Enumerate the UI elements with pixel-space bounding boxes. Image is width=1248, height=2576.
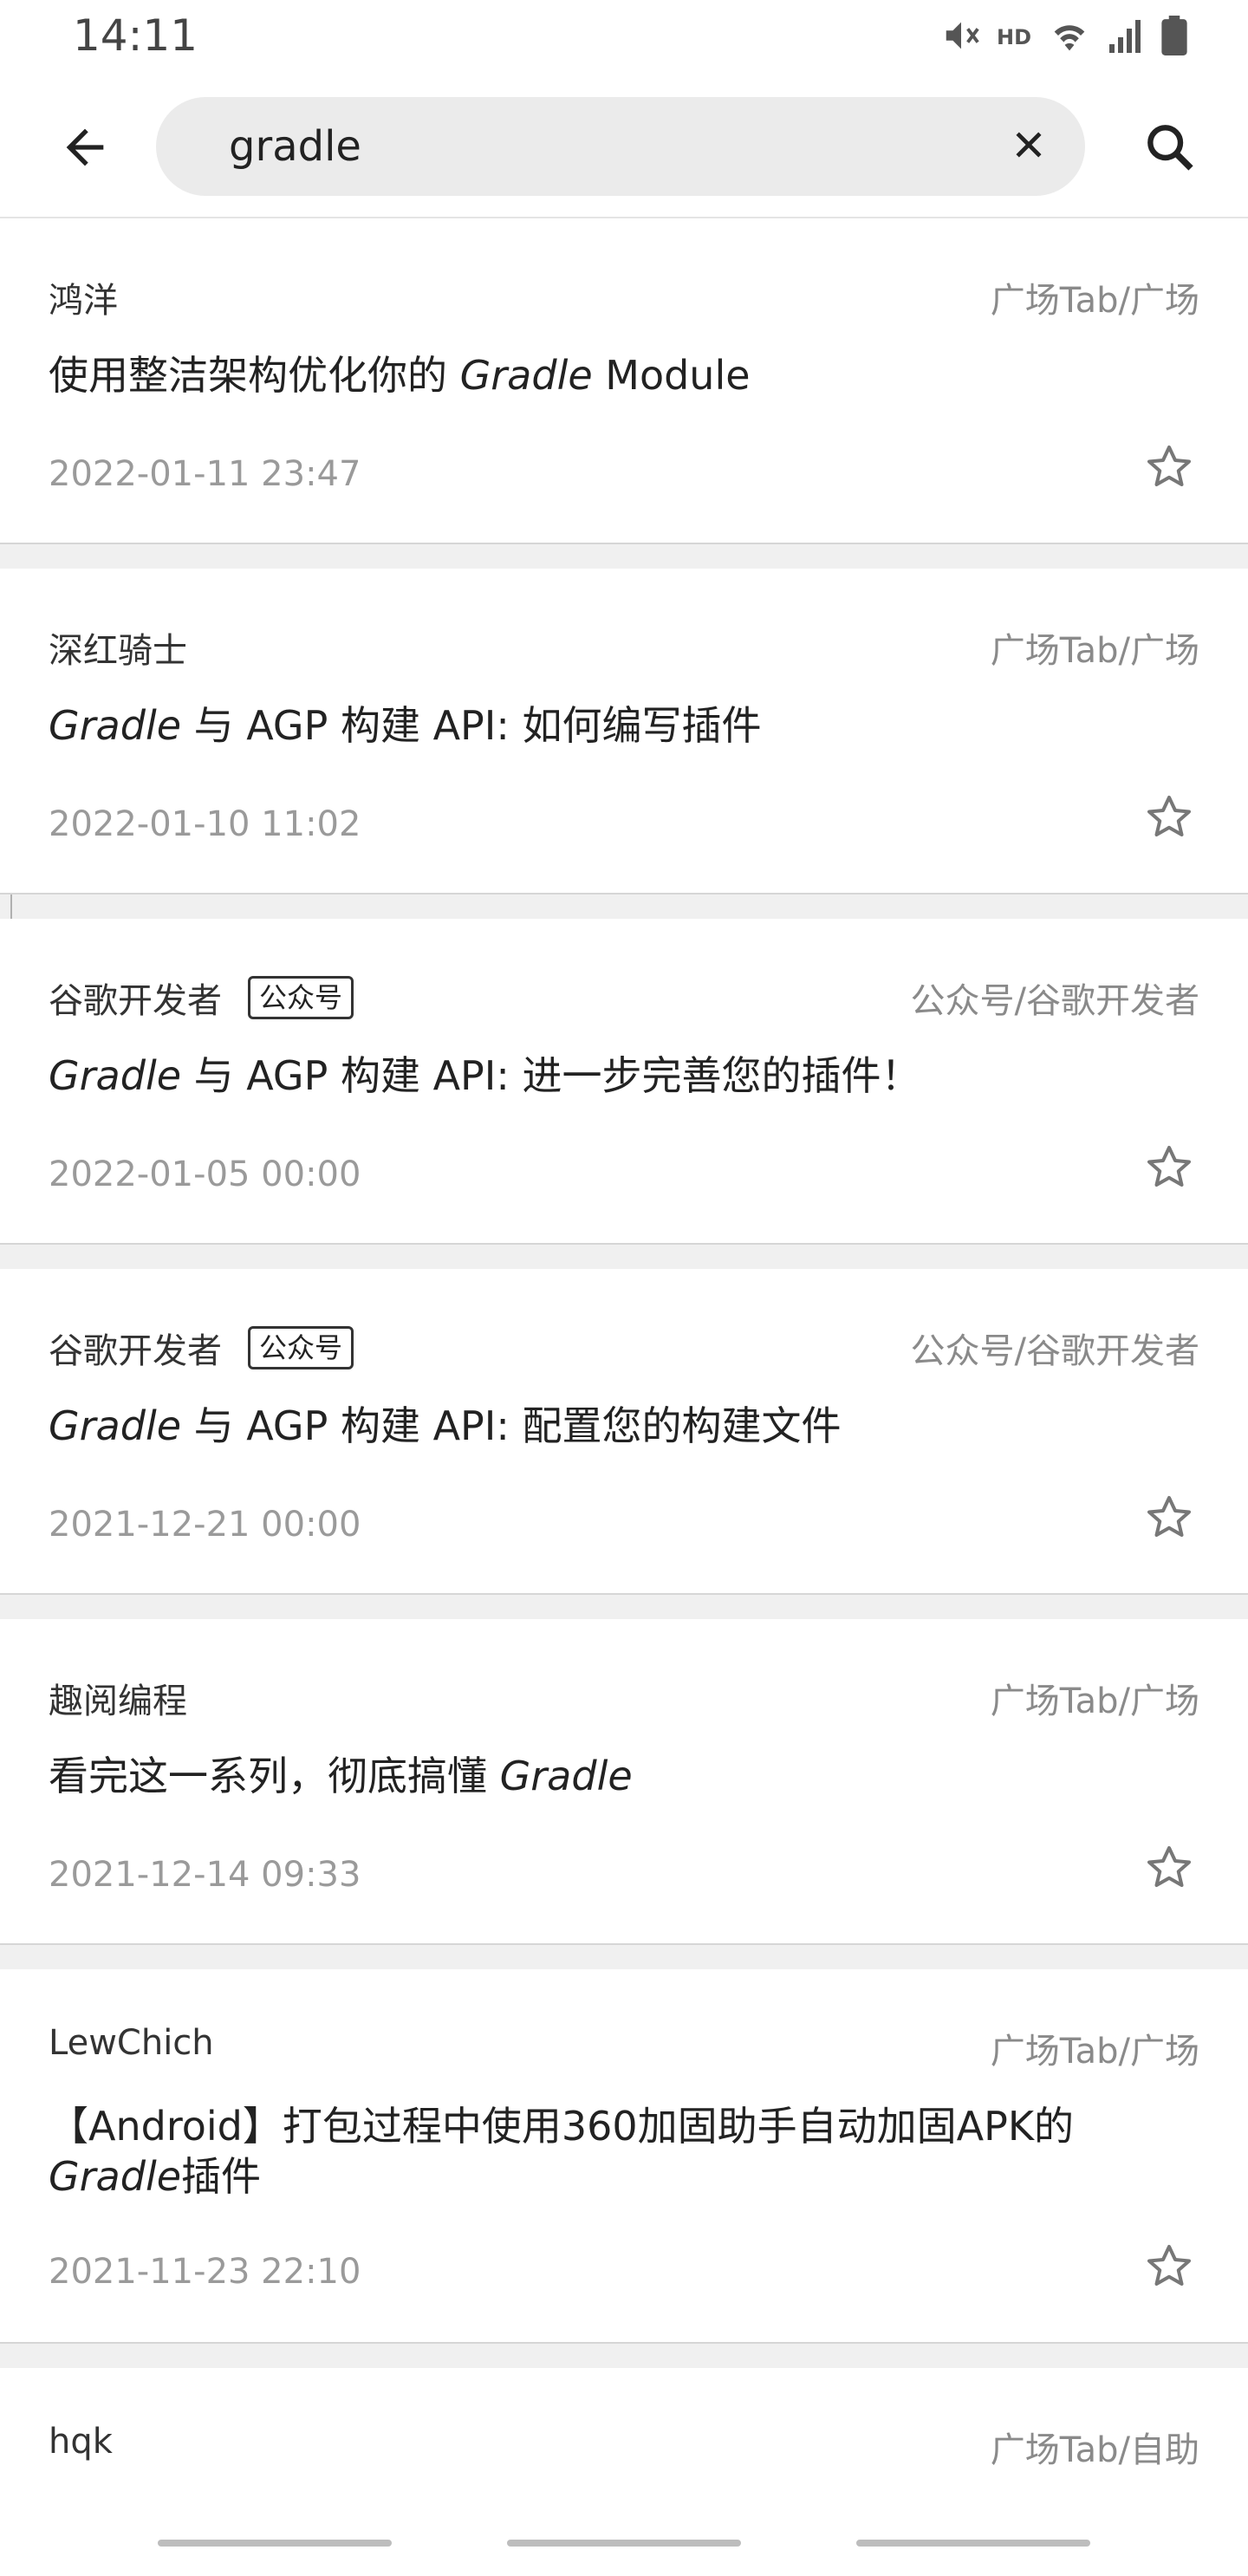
star-outline-icon — [1143, 1142, 1195, 1197]
status-bar: 14:11 HD — [0, 0, 1248, 78]
title-text: 使用整洁架构优化你的 — [49, 352, 460, 399]
arrow-left-icon — [57, 120, 113, 179]
author-name: hqk — [49, 2422, 113, 2462]
article-title: Gradle 与 AGP 构建 API: 如何编写插件 — [49, 700, 1144, 751]
title-highlight: Gradle — [49, 2153, 182, 2200]
article-title: 使用整洁架构优化你的 Gradle Module — [49, 350, 1144, 400]
author-name: 趣阅编程 — [49, 1682, 187, 1721]
title-highlight: Gradle — [459, 352, 593, 399]
wifi-icon — [1047, 16, 1092, 59]
article-title: 【Android】打包过程中使用360加固助手自动加固APK的Gradle插件 — [49, 2101, 1144, 2202]
favorite-button[interactable] — [1139, 439, 1199, 499]
title-highlight: Gradle — [49, 1052, 182, 1099]
signal-icon — [1108, 16, 1146, 59]
title-highlight: Gradle — [49, 702, 182, 749]
article-date: 2022-01-11 23:47 — [49, 454, 361, 494]
wechat-badge: 公众号 — [248, 1326, 354, 1369]
article-date: 2022-01-05 00:00 — [49, 1155, 361, 1194]
article-date: 2021-12-14 09:33 — [49, 1855, 361, 1895]
list-item[interactable]: 深红骑士 广场Tab/广场 Gradle 与 AGP 构建 API: 如何编写插… — [0, 569, 1248, 894]
favorite-button[interactable] — [1139, 1489, 1199, 1550]
battery-icon — [1161, 16, 1187, 59]
favorite-button[interactable] — [1139, 1139, 1199, 1200]
star-outline-icon — [1143, 791, 1195, 847]
star-outline-icon — [1143, 441, 1195, 497]
article-date: 2022-01-10 11:02 — [49, 804, 361, 844]
nav-hint-bar — [856, 2540, 1090, 2547]
article-title: 看完这一系列，彻底搞懂 Gradle — [49, 1751, 1144, 1801]
nav-hint-bar — [507, 2540, 741, 2547]
article-title: Gradle 与 AGP 构建 API: 进一步完善您的插件！ — [49, 1051, 1144, 1101]
back-button[interactable] — [50, 114, 120, 184]
chapter-label: 公众号/谷歌开发者 — [910, 981, 1199, 1021]
clear-search-button[interactable] — [998, 116, 1059, 177]
author-name: LewChich — [49, 2023, 214, 2063]
star-outline-icon — [1143, 1492, 1195, 1547]
author-name: 谷歌开发者 公众号 — [49, 1323, 354, 1373]
wechat-badge: 公众号 — [248, 976, 354, 1019]
article-title: Gradle 与 AGP 构建 API: 配置您的构建文件 — [49, 1401, 1144, 1451]
author-name: 谷歌开发者 公众号 — [49, 973, 354, 1023]
article-list: 鸿洋 广场Tab/广场 使用整洁架构优化你的 Gradle Module 202… — [0, 218, 1248, 2576]
article-date: 2021-11-23 22:10 — [49, 2252, 361, 2292]
author-text: 谷歌开发者 — [49, 1331, 222, 1371]
search-toolbar — [0, 78, 1248, 218]
chapter-label: 公众号/谷歌开发者 — [910, 1331, 1199, 1371]
status-time: 14:11 — [73, 10, 198, 61]
title-text: 与 AGP 构建 API: 如何编写插件 — [181, 702, 762, 749]
list-item[interactable]: 趣阅编程 广场Tab/广场 看完这一系列，彻底搞懂 Gradle 2021-12… — [0, 1619, 1248, 1945]
star-outline-icon — [1143, 2241, 1195, 2296]
chapter-label: 广场Tab/广场 — [990, 631, 1199, 671]
title-text: 插件 — [181, 2153, 262, 2200]
list-item[interactable]: 谷歌开发者 公众号 公众号/谷歌开发者 Gradle 与 AGP 构建 API: … — [0, 1269, 1248, 1595]
mute-icon — [941, 16, 981, 59]
chapter-label: 广场Tab/自助 — [990, 2430, 1199, 2470]
title-highlight: Gradle — [49, 1402, 182, 1449]
nav-hint-bar — [158, 2540, 392, 2547]
title-text: 与 AGP 构建 API: 配置您的构建文件 — [181, 1402, 842, 1449]
close-icon — [1010, 126, 1048, 167]
search-icon — [1142, 120, 1198, 179]
title-text: 看完这一系列，彻底搞懂 — [49, 1753, 500, 1799]
search-button[interactable] — [1134, 113, 1206, 185]
author-text: 谷歌开发者 — [49, 981, 222, 1021]
title-text: Module — [592, 352, 751, 399]
article-date: 2021-12-21 00:00 — [49, 1505, 361, 1545]
favorite-button[interactable] — [1139, 2238, 1199, 2299]
search-input[interactable] — [229, 97, 939, 196]
chapter-label: 广场Tab/广场 — [990, 1682, 1199, 1721]
gesture-nav-bar — [0, 2514, 1248, 2566]
search-bar — [156, 97, 1085, 196]
list-item[interactable]: 鸿洋 广场Tab/广场 使用整洁架构优化你的 Gradle Module 202… — [0, 218, 1248, 544]
title-text: 与 AGP 构建 API: 进一步完善您的插件！ — [181, 1052, 921, 1099]
title-text: 【Android】打包过程中使用360加固助手自动加固APK的 — [49, 2103, 1075, 2150]
list-item[interactable]: 谷歌开发者 公众号 公众号/谷歌开发者 Gradle 与 AGP 构建 API: … — [0, 919, 1248, 1245]
favorite-button[interactable] — [1139, 789, 1199, 849]
title-highlight: Gradle — [499, 1753, 633, 1799]
star-outline-icon — [1143, 1842, 1195, 1897]
status-icons: HD — [941, 16, 1187, 59]
list-item[interactable]: LewChich 广场Tab/广场 【Android】打包过程中使用360加固助… — [0, 1969, 1248, 2344]
author-name: 深红骑士 — [49, 631, 187, 671]
author-name: 鸿洋 — [49, 281, 118, 321]
favorite-button[interactable] — [1139, 1839, 1199, 1900]
hd-label: HD — [996, 25, 1031, 49]
chapter-label: 广场Tab/广场 — [990, 281, 1199, 321]
chapter-label: 广场Tab/广场 — [990, 2032, 1199, 2072]
